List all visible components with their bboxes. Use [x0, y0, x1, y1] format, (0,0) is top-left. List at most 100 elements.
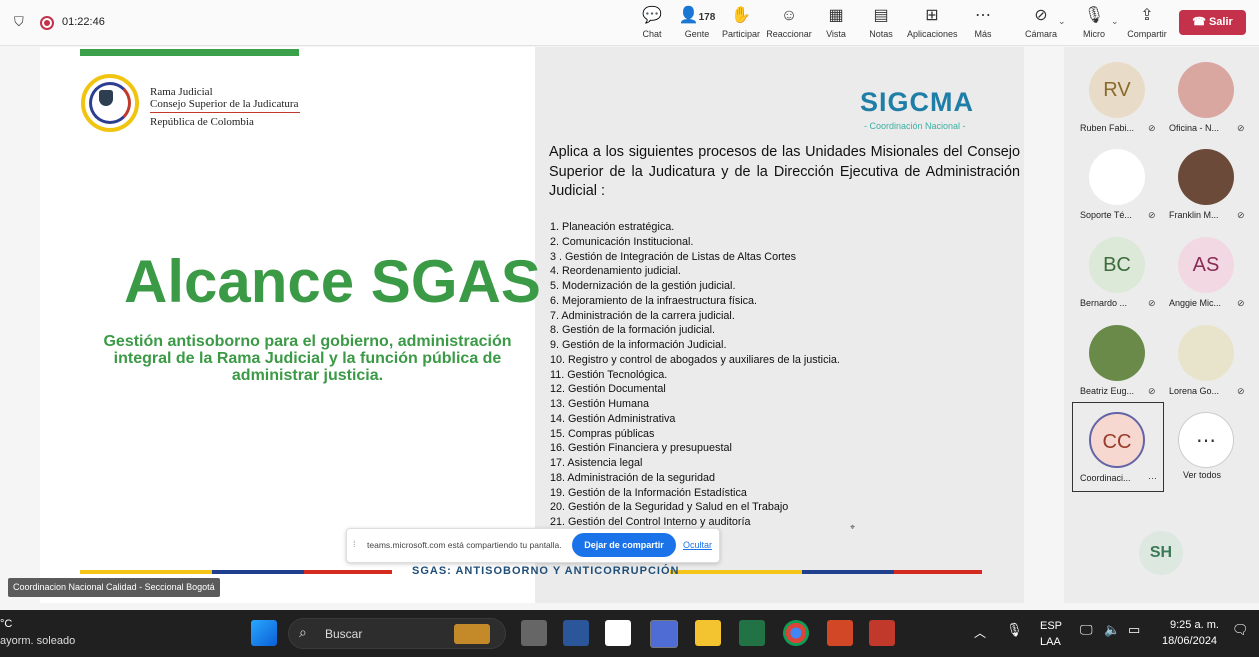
task-view-icon[interactable]: [521, 620, 547, 646]
language-indicator[interactable]: ESP: [1040, 620, 1062, 632]
excel-icon[interactable]: [739, 620, 765, 646]
clock-time[interactable]: 9:25 a. m.: [1170, 619, 1219, 631]
avatar: BC: [1089, 237, 1145, 293]
view-icon: ▦: [828, 7, 844, 24]
microphone-icon[interactable]: 🎙: [1006, 622, 1023, 638]
process-item: 5. Modernización de la gestión judicial.: [550, 280, 736, 292]
start-button[interactable]: [251, 620, 277, 646]
powerpoint-icon[interactable]: [827, 620, 853, 646]
more-icon: ⋯: [975, 7, 991, 24]
process-item: 10. Registro y control de abogados y aux…: [550, 353, 840, 366]
stop-sharing-button[interactable]: Dejar de compartir: [572, 533, 676, 557]
participant-name: Lorena Go...: [1169, 386, 1220, 396]
participant-tile[interactable]: Lorena Go... ⊘: [1161, 315, 1251, 403]
flag-strip-blue: [212, 570, 304, 574]
participant-tile[interactable]: Beatriz Eug... ⊘: [1072, 315, 1162, 403]
notepad-icon[interactable]: [605, 620, 631, 646]
word-icon[interactable]: [563, 620, 589, 646]
participant-tile[interactable]: RV Ruben Fabi... ⊘: [1072, 52, 1162, 140]
muted-mic-icon: ⊘: [1237, 123, 1245, 133]
view-all-participants[interactable]: ⋯ Ver todos: [1161, 402, 1251, 490]
process-item: 17. Asistencia legal: [550, 457, 643, 469]
slide-footer: SGAS: ANTISOBORNO Y ANTICORRUPCIÓN: [412, 565, 680, 577]
share-notice-text: teams.microsoft.com está compartiendo tu…: [367, 540, 562, 550]
mic-options-chevron-icon[interactable]: ⌄: [1111, 16, 1119, 27]
notes-button[interactable]: ▤ Notas: [856, 6, 906, 39]
cursor-icon: ⌖: [850, 522, 856, 532]
process-item: 3 . Gestión de Integración de Listas de …: [550, 250, 797, 263]
weather-temp[interactable]: °C: [0, 618, 12, 630]
snipping-tool-icon[interactable]: [869, 620, 895, 646]
participant-tile[interactable]: Soporte Té... ⊘: [1072, 139, 1162, 227]
muted-mic-icon: ⊘: [1237, 386, 1245, 396]
share-icon: ⇪: [1140, 7, 1154, 24]
participant-tile[interactable]: Franklin M... ⊘: [1161, 139, 1251, 227]
battery-icon[interactable]: ▭: [1128, 622, 1140, 638]
drag-handle-icon[interactable]: ⁞: [353, 539, 356, 549]
process-item: 4. Reordenamiento judicial.: [550, 265, 681, 278]
chevron-up-icon[interactable]: ︿: [974, 624, 986, 641]
more-button[interactable]: ⋯ Más: [958, 6, 1008, 39]
process-item: 20. Gestión de la Seguridad y Salud en e…: [550, 501, 789, 514]
sigcma-logo: SIGCMA: [860, 87, 974, 117]
phone-icon: ☎: [1192, 16, 1209, 28]
people-button[interactable]: 👤178 Gente: [672, 6, 722, 39]
shared-slide: Rama Judicial Consejo Superior de la Jud…: [40, 47, 1024, 603]
participants-panel: RV Ruben Fabi... ⊘ Oficina - N... ⊘ Soporte T…: [1064, 47, 1259, 603]
view-button[interactable]: ▦ Vista: [811, 6, 861, 39]
file-explorer-icon[interactable]: [695, 620, 721, 646]
clock-date[interactable]: 18/06/2024: [1162, 635, 1217, 647]
participant-name: Ruben Fabi...: [1080, 123, 1135, 133]
participant-name: Beatriz Eug...: [1080, 386, 1135, 396]
participant-name: Ver todos: [1183, 470, 1222, 480]
language-layout[interactable]: LAA: [1040, 636, 1061, 648]
process-item: 12. Gestión Documental: [550, 383, 666, 396]
recording-icon: [40, 16, 54, 30]
green-accent-bar: [80, 49, 299, 56]
windows-taskbar: °C ayorm. soleado ⌕ Buscar ︿ 🎙 ESP LAA 🖵…: [0, 610, 1259, 657]
flag-strip-yellow-right: [670, 570, 802, 574]
rama-judicial-header: Rama Judicial Consejo Superior de la Jud…: [150, 86, 300, 128]
share-button[interactable]: ⇪ Compartir: [1122, 6, 1172, 39]
apps-button[interactable]: ⊞ Aplicaciones: [907, 6, 958, 39]
process-item: 7. Administración de la carrera judicial…: [550, 309, 735, 322]
chrome-icon[interactable]: [783, 620, 809, 646]
presenter-name-label: Coordinacion Nacional Calidad - Secciona…: [8, 578, 220, 597]
participant-name: Oficina - N...: [1169, 123, 1220, 133]
raise-hand-button[interactable]: ✋ Participar: [716, 6, 766, 39]
notes-icon: ▤: [873, 7, 889, 24]
process-list: 1. Planeación estratégica. 2. Comunicació…: [550, 220, 840, 530]
process-item: 19. Gestión de la Información Estadístic…: [550, 486, 747, 499]
weather-desc[interactable]: ayorm. soleado: [0, 635, 75, 647]
notifications-icon[interactable]: 🗨: [1232, 622, 1249, 638]
raise-hand-icon: ✋: [731, 7, 751, 24]
edge-icon[interactable]: [650, 620, 678, 648]
shield-icon: ⛉: [14, 14, 24, 29]
avatar: [1178, 149, 1234, 205]
search-placeholder: Buscar: [325, 627, 363, 641]
process-item: 14. Gestión Administrativa: [550, 412, 676, 425]
process-item: 18. Administración de la seguridad: [550, 471, 716, 484]
network-icon[interactable]: 🖵: [1080, 622, 1093, 638]
self-view-avatar: SH: [1139, 531, 1183, 575]
taskbar-search[interactable]: ⌕ Buscar: [288, 618, 506, 649]
participant-tile[interactable]: BC Bernardo ... ⊘: [1072, 227, 1162, 315]
chat-button[interactable]: 💬 Chat: [627, 6, 677, 39]
leave-button[interactable]: ☎ Salir: [1179, 10, 1246, 35]
avatar: [1089, 149, 1145, 205]
participant-tile[interactable]: Oficina - N... ⊘: [1161, 52, 1251, 140]
participant-name: Anggie Mic...: [1169, 298, 1222, 308]
avatar: AS: [1178, 237, 1234, 293]
volume-icon[interactable]: 🔈: [1104, 622, 1120, 638]
flag-strip-yellow: [80, 570, 212, 574]
participant-name: Franklin M...: [1169, 210, 1219, 220]
camera-options-chevron-icon[interactable]: ⌄: [1058, 16, 1066, 27]
participant-tile[interactable]: AS Anggie Mic... ⊘: [1161, 227, 1251, 315]
avatar: [1178, 62, 1234, 118]
meeting-timer: 01:22:46: [62, 16, 105, 28]
avatar: [1178, 325, 1234, 381]
react-button[interactable]: ☺ Reaccionar: [764, 6, 814, 39]
meeting-toolbar: ⛉ 01:22:46 💬 Chat 👤178 Gente ✋ Participar ☺…: [0, 0, 1259, 46]
hide-notice-link[interactable]: Ocultar: [683, 540, 712, 550]
muted-mic-icon: ⊘: [1148, 298, 1156, 308]
